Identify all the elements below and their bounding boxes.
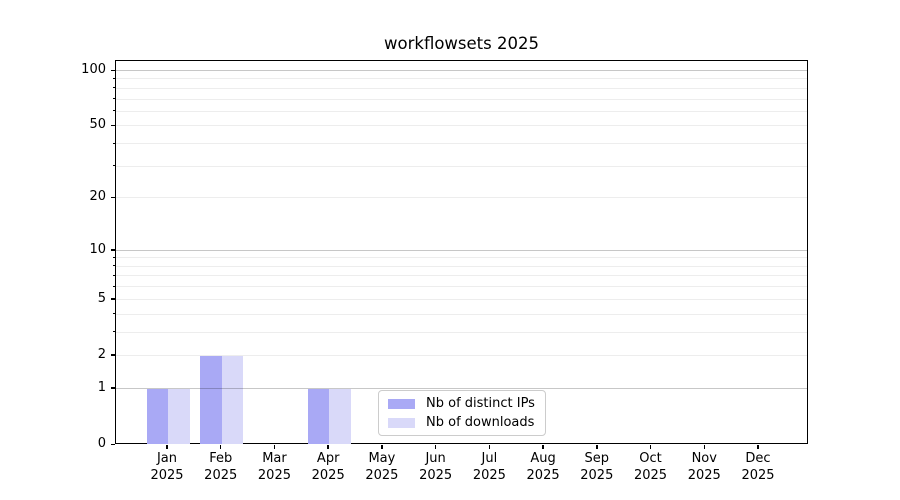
y-tick-label: 100 [81,62,106,77]
minor-gridline [116,87,807,89]
minor-gridline [116,286,807,288]
y-minor-tick-mark [112,124,115,126]
y-tick-label: 50 [89,117,106,133]
y-minor-tick-mark [112,313,115,315]
y-tick-label: 2 [97,346,106,362]
minor-gridline [116,165,807,167]
x-tick-mark [327,445,329,449]
minor-gridline [116,143,807,145]
grid-layer [116,61,807,443]
chart-figure: workflowsets 2025 0 1 2 5 10 20 50 100 Jan 2025 Fe… [0,0,900,500]
y-minor-tick-mark [112,354,115,356]
legend-swatch [388,417,415,428]
x-tick-mark [220,445,222,449]
y-tick-mark [111,249,115,251]
y-minor-tick-mark [112,110,115,112]
month-label: Dec [745,451,771,466]
chart-title: workflowsets 2025 [384,34,539,53]
major-gridline [116,70,807,71]
x-tick-mark [166,445,168,449]
minor-gridline [116,110,807,112]
y-minor-tick-mark [112,256,115,258]
minor-gridline [116,257,807,259]
x-tick-mark [273,445,276,449]
legend-entry: Nb of distinct IPs [388,396,536,411]
minor-gridline [116,313,807,315]
x-tick-mark [649,445,652,449]
plot-area [115,60,808,444]
x-tick-mark [542,445,544,449]
minor-gridline [116,197,807,199]
legend-swatch [388,398,415,409]
minor-gridline [116,331,807,333]
minor-gridline [116,265,807,267]
y-minor-tick-mark [112,98,115,100]
minor-gridline [116,354,807,356]
x-tick-mark [381,445,383,449]
y-minor-tick-mark [112,196,115,198]
y-minor-tick-mark [112,87,115,89]
y-tick-label: 10 [89,241,106,257]
y-tick-label: 5 [97,290,106,306]
y-minor-tick-mark [112,265,115,267]
year-label: 2025 [741,467,775,483]
x-tick-mark [703,445,705,449]
legend-label: Nb of distinct IPs [426,396,535,411]
y-tick-label: 0 [97,436,106,451]
legend: Nb of distinct IPs Nb of downloads [378,390,546,436]
major-gridline [116,249,807,251]
minor-gridline [116,98,807,100]
legend-label: Nb of downloads [426,415,535,430]
minor-gridline [116,298,807,300]
y-tick-label: 20 [89,189,106,205]
y-minor-tick-mark [112,165,115,167]
y-minor-tick-mark [112,142,115,144]
x-tick-mark [488,445,491,449]
y-tick-mark [111,443,115,445]
x-tick-mark [596,445,598,449]
x-tick-mark [434,445,437,449]
y-tick-mark [111,387,115,389]
y-tick-label: 1 [97,379,106,395]
y-minor-tick-mark [112,77,115,79]
minor-gridline [116,125,807,127]
y-minor-tick-mark [112,285,115,287]
y-minor-tick-mark [112,274,115,276]
minor-gridline [116,78,807,80]
y-minor-tick-mark [112,331,115,333]
x-tick-label: Dec 2025 [726,451,790,484]
major-gridline [116,387,807,389]
minor-gridline [116,275,807,277]
y-tick-mark [111,69,115,71]
x-tick-mark [757,445,759,449]
y-minor-tick-mark [112,298,115,300]
legend-entry: Nb of downloads [388,415,536,430]
